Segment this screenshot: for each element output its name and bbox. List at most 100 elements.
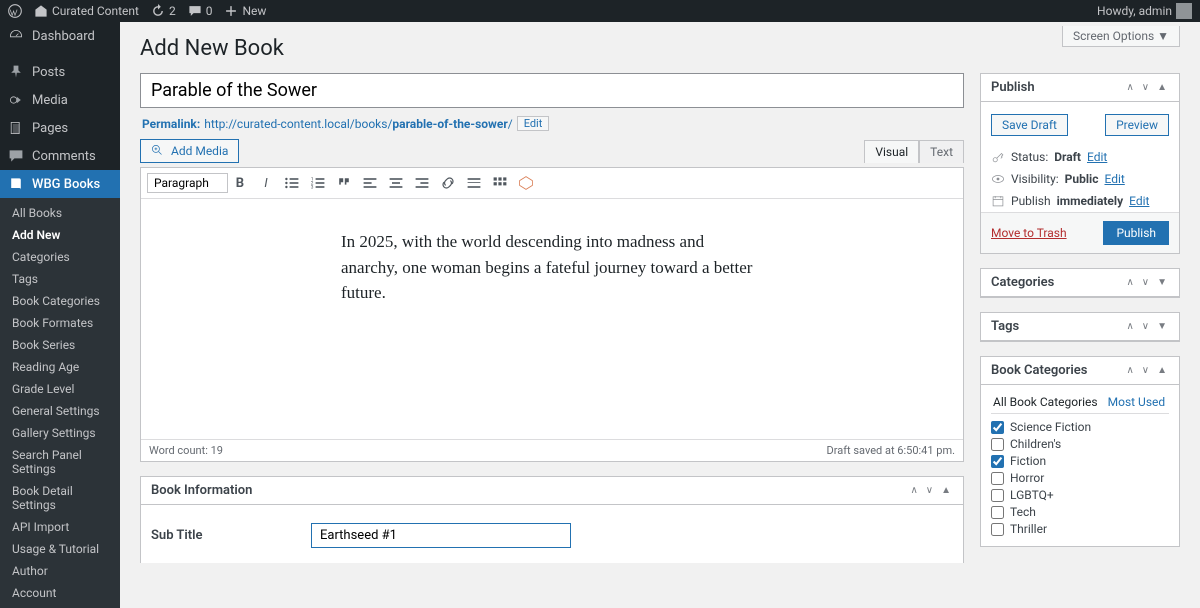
align-center-button[interactable] (385, 172, 407, 194)
order-up-icon[interactable]: ∧ (1124, 319, 1135, 334)
italic-button[interactable]: I (255, 172, 277, 194)
permalink-edit-button[interactable]: Edit (517, 116, 550, 131)
submenu-item-api-import[interactable]: API Import (0, 516, 120, 538)
permalink-base[interactable]: http://curated-content.local/books/ (204, 117, 392, 131)
category-tech[interactable]: Tech (991, 505, 1169, 519)
book-categories-box: Book Categories ∧∨▲ All Book Categories … (980, 356, 1180, 547)
order-up-icon[interactable]: ∧ (908, 483, 919, 498)
editor-content[interactable]: In 2025, with the world descending into … (141, 199, 963, 439)
submenu-item-add-new[interactable]: Add New (0, 224, 120, 246)
category-children-s[interactable]: Children's (991, 437, 1169, 451)
order-down-icon[interactable]: ∨ (1140, 319, 1151, 334)
format-select[interactable]: Paragraph (147, 173, 228, 193)
submenu-item-categories[interactable]: Categories (0, 246, 120, 268)
submenu-item-author[interactable]: Author (0, 560, 120, 582)
permalink-slash[interactable]: / (508, 117, 513, 131)
toggle-icon[interactable]: ▼ (1155, 319, 1169, 334)
category-thriller[interactable]: Thriller (991, 522, 1169, 536)
kitchen-sink-button[interactable] (489, 172, 511, 194)
updates-link[interactable]: 2 (151, 4, 176, 18)
category-lgbtq-[interactable]: LGBTQ+ (991, 488, 1169, 502)
submenu-item-all-books[interactable]: All Books (0, 202, 120, 224)
quote-button[interactable] (333, 172, 355, 194)
ol-button[interactable]: 123 (307, 172, 329, 194)
submenu-item-book-series[interactable]: Book Series (0, 334, 120, 356)
sidebar-item-posts[interactable]: Posts (0, 58, 120, 86)
screen-options-toggle[interactable]: Screen Options ▼ (1062, 26, 1180, 47)
publish-button[interactable]: Publish (1103, 221, 1169, 245)
category-fiction[interactable]: Fiction (991, 454, 1169, 468)
edit-publish-link[interactable]: Edit (1129, 194, 1149, 208)
submenu-item-general-settings[interactable]: General Settings (0, 400, 120, 422)
editor-box: Paragraph ▼ B I 123 In 2025, with the wo… (140, 167, 964, 462)
sidebar-item-pages[interactable]: Pages (0, 114, 120, 142)
title-input[interactable] (140, 73, 964, 108)
account-link[interactable]: Howdy, admin (1097, 3, 1192, 19)
save-draft-button[interactable]: Save Draft (991, 114, 1068, 136)
tags-box: Tags ∧∨▼ (980, 312, 1180, 342)
sidebar-item-media[interactable]: Media (0, 86, 120, 114)
submenu-item-search-panel-settings[interactable]: Search Panel Settings (0, 444, 120, 480)
site-name: Curated Content (52, 4, 139, 18)
new-link[interactable]: New (224, 4, 266, 18)
tab-most-used[interactable]: Most Used (1108, 395, 1166, 409)
toggle-icon[interactable]: ▲ (1155, 80, 1169, 95)
align-right-button[interactable] (411, 172, 433, 194)
publish-heading: Publish (991, 80, 1035, 95)
permalink-row: Permalink: http://curated-content.local/… (140, 108, 964, 139)
add-media-button[interactable]: Add Media (140, 139, 239, 163)
page-title: Add New Book (140, 36, 1180, 61)
move-to-trash-link[interactable]: Move to Trash (991, 226, 1067, 240)
submenu-item-gallery-settings[interactable]: Gallery Settings (0, 422, 120, 444)
ul-button[interactable] (281, 172, 303, 194)
submenu-item-usage-tutorial[interactable]: Usage & Tutorial (0, 538, 120, 560)
order-down-icon[interactable]: ∨ (1140, 80, 1151, 95)
submenu-item-reading-age[interactable]: Reading Age (0, 356, 120, 378)
submenu-item-book-detail-settings[interactable]: Book Detail Settings (0, 480, 120, 516)
order-up-icon[interactable]: ∧ (1124, 363, 1135, 378)
sidebar-item-wbg-books[interactable]: WBG Books (0, 170, 120, 198)
order-up-icon[interactable]: ∧ (1124, 80, 1135, 95)
order-down-icon[interactable]: ∨ (1140, 363, 1151, 378)
eye-icon (991, 172, 1005, 186)
submenu-item-tags[interactable]: Tags (0, 268, 120, 290)
permalink-slug[interactable]: parable-of-the-sower (392, 117, 507, 131)
submenu-item-book-categories[interactable]: Book Categories (0, 290, 120, 312)
subtitle-input[interactable] (311, 523, 571, 548)
order-up-icon[interactable]: ∧ (1124, 275, 1135, 290)
toggle-icon[interactable]: ▼ (1155, 275, 1169, 290)
submenu-item-grade-level[interactable]: Grade Level (0, 378, 120, 400)
category-science-fiction[interactable]: Science Fiction (991, 420, 1169, 434)
category-horror[interactable]: Horror (991, 471, 1169, 485)
new-label: New (242, 4, 266, 18)
toggle-icon[interactable]: ▲ (939, 483, 953, 498)
site-link[interactable]: Curated Content (34, 4, 139, 18)
admin-sidebar: Dashboard PostsMediaPagesCommentsWBG Book… (0, 22, 120, 563)
edit-status-link[interactable]: Edit (1087, 150, 1107, 164)
sidebar-item-dashboard[interactable]: Dashboard (0, 22, 120, 50)
tab-text[interactable]: Text (919, 140, 964, 163)
word-count: 19 (211, 444, 223, 457)
svg-text:3: 3 (311, 185, 314, 191)
align-left-button[interactable] (359, 172, 381, 194)
bold-button[interactable]: B (229, 172, 251, 194)
add-media-label: Add Media (171, 144, 228, 158)
more-button[interactable] (463, 172, 485, 194)
toggle-icon[interactable]: ▲ (1155, 363, 1169, 378)
tab-all-categories[interactable]: All Book Categories (993, 395, 1098, 409)
order-down-icon[interactable]: ∨ (924, 483, 935, 498)
submenu-item-book-formates[interactable]: Book Formates (0, 312, 120, 334)
order-down-icon[interactable]: ∨ (1140, 275, 1151, 290)
extra-icon[interactable] (515, 172, 537, 194)
book-info-heading: Book Information (151, 483, 252, 498)
sidebar-item-comments[interactable]: Comments (0, 142, 120, 170)
wp-logo[interactable] (8, 4, 22, 18)
tab-visual[interactable]: Visual (864, 140, 919, 163)
book-categories-heading: Book Categories (991, 363, 1087, 378)
comments-link[interactable]: 0 (188, 4, 213, 18)
edit-visibility-link[interactable]: Edit (1104, 172, 1124, 186)
preview-button[interactable]: Preview (1105, 114, 1169, 136)
submenu-item-account[interactable]: Account (0, 582, 120, 604)
main-content: Screen Options ▼ Add New Book Permalink:… (120, 22, 1200, 563)
link-button[interactable] (437, 172, 459, 194)
